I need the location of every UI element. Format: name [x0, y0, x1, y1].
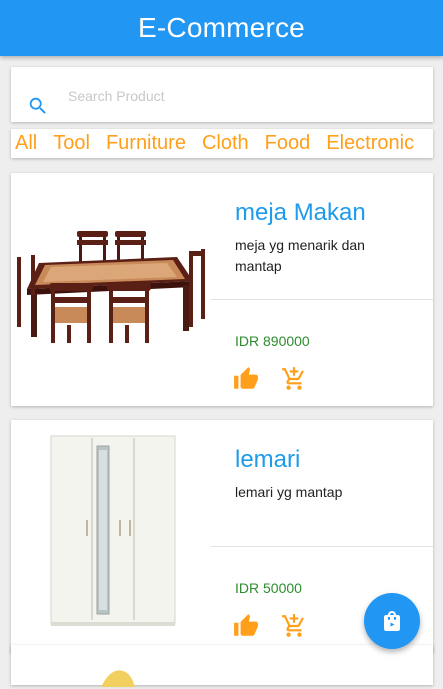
category-bar: All Tool Furniture Cloth Food Electronic — [11, 129, 433, 158]
thumb-up-icon[interactable] — [233, 613, 259, 639]
product-info: meja Makan meja yg menarik dan mantap ID… — [211, 173, 433, 406]
product-card[interactable]: meja Makan meja yg menarik dan mantap ID… — [11, 173, 433, 406]
app-title: E-Commerce — [138, 12, 305, 43]
thumb-up-icon[interactable] — [233, 366, 259, 392]
app-bar: E-Commerce — [0, 0, 443, 56]
wardrobe-image — [50, 435, 176, 626]
shopping-bag-icon — [384, 611, 400, 631]
category-all[interactable]: All — [15, 129, 37, 158]
product-price: IDR 50000 — [235, 580, 302, 596]
category-furniture[interactable]: Furniture — [106, 129, 186, 158]
product-name: meja Makan — [235, 199, 366, 226]
category-tool[interactable]: Tool — [53, 129, 90, 158]
add-shopping-cart-icon[interactable] — [281, 613, 307, 639]
search-input[interactable] — [66, 84, 410, 108]
category-electronic[interactable]: Electronic — [326, 129, 414, 158]
divider — [211, 299, 433, 300]
product-image — [101, 670, 135, 687]
category-food[interactable]: Food — [265, 129, 311, 158]
product-description: meja yg menarik dan mantap — [235, 237, 365, 274]
shopping-bag-button[interactable] — [364, 593, 420, 649]
add-shopping-cart-icon[interactable] — [281, 366, 307, 392]
product-card[interactable] — [11, 645, 433, 687]
search-icon[interactable] — [27, 95, 49, 117]
product-description: lemari yg mantap — [235, 484, 343, 500]
dining-table-image — [17, 231, 205, 343]
product-price: IDR 890000 — [235, 333, 310, 349]
divider — [211, 546, 433, 547]
category-cloth[interactable]: Cloth — [202, 129, 249, 158]
product-name: lemari — [235, 446, 301, 473]
search-bar — [11, 67, 433, 122]
